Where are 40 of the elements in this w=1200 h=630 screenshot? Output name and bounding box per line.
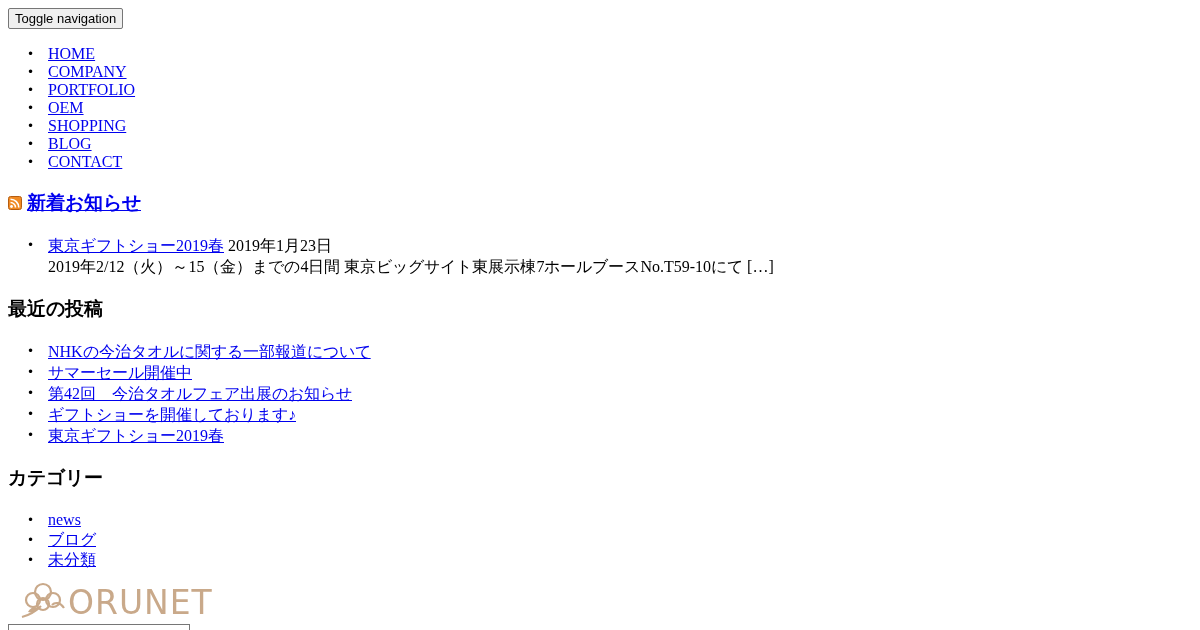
bullet: •	[25, 118, 35, 135]
post-link[interactable]: 東京ギフトショー2019春	[48, 425, 224, 446]
bullet: •	[25, 532, 35, 549]
bullet: •	[25, 154, 35, 171]
bullet: •	[25, 237, 35, 254]
section-heading: 最近の投稿	[8, 297, 104, 321]
rss-icon[interactable]	[8, 196, 22, 210]
news-heading-link[interactable]: 新着お知らせ	[27, 190, 141, 216]
bullet: •	[25, 343, 35, 360]
post-link[interactable]: サマーセール開催中	[48, 362, 192, 383]
category-link[interactable]: 未分類	[48, 550, 96, 570]
bullet: •	[25, 46, 35, 63]
bullet: •	[25, 385, 35, 402]
section-heading: カテゴリー	[8, 466, 104, 490]
toggle-navigation-button[interactable]: Toggle navigation	[8, 8, 124, 29]
post-link[interactable]: 第42回 今治タオルフェア出展のお知らせ	[48, 383, 352, 404]
category-link[interactable]: ブログ	[48, 530, 96, 550]
post-link[interactable]: ギフトショーを開催しております♪	[48, 404, 296, 425]
nav-link[interactable]: OEM	[48, 99, 84, 117]
bullet: •	[25, 552, 35, 569]
category-link[interactable]: news	[48, 510, 81, 530]
logo-text: ORUNET	[68, 586, 213, 620]
bullet: •	[25, 100, 35, 117]
bullet: •	[25, 427, 35, 444]
nav-link[interactable]: BLOG	[48, 135, 92, 153]
nav-link[interactable]: COMPANY	[48, 63, 127, 81]
bullet: •	[25, 64, 35, 81]
news-title-link[interactable]: 東京ギフトショー2019春	[48, 237, 224, 254]
bullet: •	[25, 82, 35, 99]
news-date: 2019年1月23日	[228, 237, 332, 254]
nav-link[interactable]: HOME	[48, 45, 96, 63]
nav-link[interactable]: CONTACT	[48, 153, 123, 171]
nav-link[interactable]: SHOPPING	[48, 117, 127, 135]
bullet: •	[25, 512, 35, 529]
post-link[interactable]: NHKの今治タオルに関する一部報道について	[48, 341, 371, 362]
bullet: •	[25, 136, 35, 153]
bullet: •	[25, 364, 35, 381]
nav-link[interactable]: PORTFOLIO	[48, 81, 136, 99]
bullet: •	[25, 406, 35, 423]
news-excerpt: 2019年2/12（火）～15（金）までの4日間 東京ビッグサイト東展示棟7ホールブースNo.T59-10にて […]	[48, 257, 774, 277]
